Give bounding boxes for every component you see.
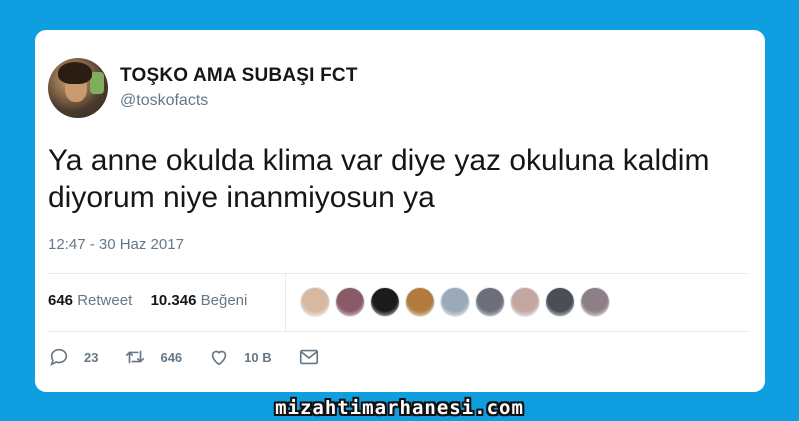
liker-avatars	[300, 287, 615, 317]
avatar-hair	[58, 62, 92, 84]
liker-avatar[interactable]	[300, 287, 330, 317]
retweet-count: 646	[160, 349, 183, 365]
message-button[interactable]	[298, 346, 320, 368]
reply-button[interactable]: 23	[48, 346, 98, 368]
liker-avatar[interactable]	[335, 287, 365, 317]
liker-avatar[interactable]	[440, 287, 470, 317]
liker-avatar[interactable]	[405, 287, 435, 317]
retweet-icon	[126, 350, 145, 364]
retweet-button[interactable]: 646	[124, 346, 182, 368]
envelope-icon	[299, 349, 318, 365]
liker-avatar[interactable]	[510, 287, 540, 317]
liker-avatar[interactable]	[580, 287, 610, 317]
heart-icon	[211, 350, 227, 366]
tweet-stats: 646 Retweet 10.346 Beğeni	[48, 292, 247, 309]
avatar[interactable]	[48, 58, 108, 118]
tweet-text: Ya anne okulda klima var diye yaz okulun…	[48, 144, 710, 214]
retweet-stat-label[interactable]: Retweet	[77, 292, 132, 309]
tweet-actions: 23 646 10 B	[48, 346, 346, 368]
tweet-card: TOŞKO AMA SUBAŞI FCT @toskofacts Ya anne…	[35, 30, 765, 392]
reply-count: 23	[84, 349, 99, 365]
like-count: 10 B	[244, 349, 272, 365]
watermark: mizahtimarhanesi.com	[275, 397, 524, 419]
display-name[interactable]: TOŞKO AMA SUBAŞI FCT	[120, 65, 358, 87]
liker-avatar[interactable]	[545, 287, 575, 317]
divider	[48, 273, 748, 274]
user-handle[interactable]: @toskofacts	[120, 92, 208, 110]
divider	[48, 331, 748, 332]
like-stat-label[interactable]: Beğeni	[201, 292, 248, 309]
liker-avatar[interactable]	[475, 287, 505, 317]
retweet-stat-count[interactable]: 646	[48, 292, 73, 309]
avatar-background	[90, 72, 104, 94]
reply-icon	[50, 348, 68, 366]
stats-separator	[285, 273, 286, 331]
like-stat-count[interactable]: 10.346	[151, 292, 197, 309]
like-button[interactable]: 10 B	[208, 346, 272, 368]
liker-avatar[interactable]	[370, 287, 400, 317]
tweet-timestamp[interactable]: 12:47 - 30 Haz 2017	[48, 236, 184, 253]
